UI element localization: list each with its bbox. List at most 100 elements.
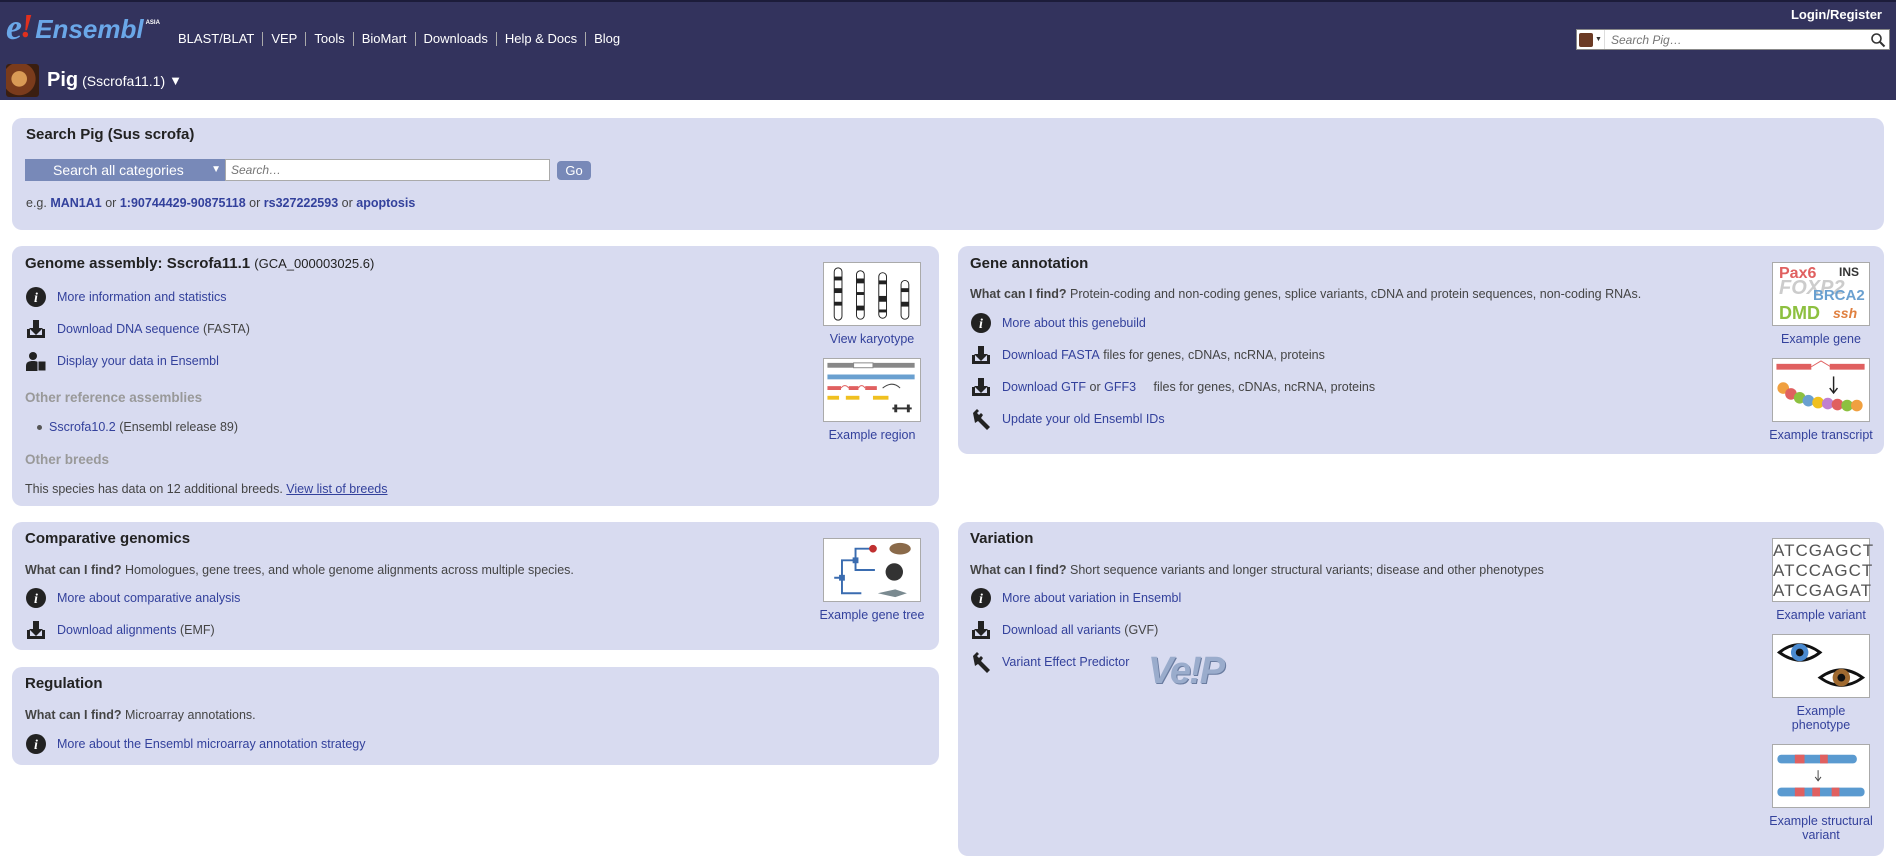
example-gene-link[interactable]: Example gene — [1781, 332, 1861, 346]
species-dropdown-icon[interactable]: ▼ — [169, 73, 182, 88]
search-title: Search Pig (Sus scrofa) — [26, 126, 195, 143]
transcript-thumb[interactable]: Example transcript — [1766, 358, 1876, 442]
gene-thumb[interactable]: Pax6 INS FOXP2 BRCA2 DMD ssh Example gen… — [1766, 262, 1876, 346]
more-info-stats-link[interactable]: More information and statistics — [57, 290, 227, 304]
microarray-strategy-link[interactable]: More about the Ensembl microarray annota… — [57, 737, 366, 751]
vep-link[interactable]: Variant Effect Predictor — [1002, 655, 1129, 669]
view-breeds-link[interactable]: View list of breeds — [286, 482, 387, 496]
svg-text:i: i — [34, 291, 38, 306]
nav-blog[interactable]: Blog — [585, 32, 628, 46]
info-icon: i — [25, 587, 47, 609]
variation-whatcan: What can I find? Short sequence variants… — [970, 563, 1544, 577]
download-gtf-link[interactable]: Download GTF — [1002, 380, 1086, 394]
regulation-whatcan: What can I find? Microarray annotations. — [25, 708, 256, 722]
download-icon — [970, 344, 992, 366]
download-alignments-link[interactable]: Download alignments — [57, 623, 177, 637]
genome-download-row: Download DNA sequence (FASTA) — [25, 318, 250, 340]
variant-thumb[interactable]: ATCGAGCT ATCCAGCT ATCGAGAT Example varia… — [1766, 538, 1876, 622]
genome-title: Genome assembly: Sscrofa11.1 (GCA_000003… — [25, 255, 375, 272]
search-examples: e.g. MAN1A1 or 1:90744429-90875118 or rs… — [26, 196, 416, 210]
genebuild-link[interactable]: More about this genebuild — [1002, 316, 1146, 330]
info-icon: i — [25, 286, 47, 308]
species-assembly: (Sscrofa11.1) — [82, 72, 166, 89]
masthead: e! Ensembl ASIA BLAST/BLAT VEP Tools BioMa… — [0, 0, 1896, 100]
go-button[interactable]: Go — [557, 161, 591, 180]
main-search-input[interactable] — [225, 159, 550, 181]
nav-help-docs[interactable]: Help & Docs — [495, 32, 585, 46]
gff3-link[interactable]: GFF3 — [1104, 380, 1136, 394]
search-icon[interactable] — [1870, 32, 1886, 48]
example-variant-link[interactable]: rs327222593 — [264, 196, 338, 210]
download-variants-link[interactable]: Download all variants — [1002, 623, 1121, 637]
example-phenotype-link[interactable]: Example phenotype — [1792, 704, 1850, 732]
species-bar[interactable]: Pig (Sscrofa11.1) ▼ — [6, 64, 182, 97]
regulation-more-row: i More about the Ensembl microarray anno… — [25, 733, 366, 755]
caret-down-icon: ▼ — [1595, 36, 1602, 43]
category-select[interactable]: Search all categories ▼ — [25, 159, 225, 181]
variation-download-row: Download all variants (GVF) — [970, 619, 1158, 641]
species-picker[interactable]: ▼ — [1577, 30, 1605, 49]
download-icon — [25, 619, 47, 641]
example-variant-link[interactable]: Example variant — [1776, 608, 1866, 622]
nav-downloads[interactable]: Downloads — [414, 32, 496, 46]
compara-whatcan: What can I find? Homologues, gene trees,… — [25, 563, 574, 577]
user-data-icon — [25, 350, 47, 372]
comparative-genomics-panel: Comparative genomics What can I find? Ho… — [12, 522, 939, 650]
regulation-title: Regulation — [25, 675, 103, 692]
structural-variant-thumb[interactable]: Example structural variant — [1766, 744, 1876, 842]
ensembl-logo[interactable]: e! Ensembl ASIA — [6, 9, 160, 45]
phenotype-thumb[interactable]: Example phenotype — [1766, 634, 1876, 732]
nav-vep[interactable]: VEP — [262, 32, 305, 46]
download-fasta-link[interactable]: Download FASTA — [1002, 348, 1100, 362]
update-ids-link[interactable]: Update your old Ensembl IDs — [1002, 412, 1165, 426]
site-search: ▼ — [1576, 29, 1890, 50]
karyotype-thumb[interactable]: View karyotype — [822, 262, 922, 346]
bullet — [37, 424, 42, 430]
nav-biomart[interactable]: BioMart — [352, 32, 415, 46]
view-karyotype-link[interactable]: View karyotype — [830, 332, 915, 346]
download-icon — [970, 619, 992, 641]
login-register-link[interactable]: Login/Register — [1791, 7, 1882, 22]
compara-more-row: i More about comparative analysis — [25, 587, 240, 609]
nav-blast[interactable]: BLAST/BLAT — [178, 32, 262, 46]
variation-more-row: i More about variation in Ensembl — [970, 587, 1181, 609]
region-thumb[interactable]: Example region — [822, 358, 922, 442]
example-location-link[interactable]: 1:90744429-90875118 — [120, 196, 246, 210]
variation-title: Variation — [970, 530, 1034, 547]
download-icon — [970, 376, 992, 398]
region-image — [823, 358, 921, 422]
example-gene-link[interactable]: MAN1A1 — [50, 196, 101, 210]
compara-title: Comparative genomics — [25, 530, 191, 547]
example-sv-link[interactable]: Example structural variant — [1769, 814, 1873, 842]
update-ids-row: Update your old Ensembl IDs — [970, 408, 1165, 430]
vep-row: Variant Effect Predictor — [970, 651, 1129, 673]
compara-download-row: Download alignments (EMF) — [25, 619, 215, 641]
gene-tree-image — [823, 538, 921, 602]
display-data-link[interactable]: Display your data in Ensembl — [57, 354, 219, 368]
compara-more-link[interactable]: More about comparative analysis — [57, 591, 240, 605]
wrench-icon — [970, 651, 992, 673]
karyotype-image — [823, 262, 921, 326]
svg-text:i: i — [34, 738, 38, 753]
nav-tools[interactable]: Tools — [305, 32, 352, 46]
vep-logo[interactable]: Ve!P — [1148, 650, 1225, 693]
download-dna-link[interactable]: Download DNA sequence — [57, 322, 199, 336]
gene-tree-thumb[interactable]: Example gene tree — [816, 538, 928, 622]
search-panel: Search Pig (Sus scrofa) Search all categ… — [12, 118, 1884, 230]
example-transcript-link[interactable]: Example transcript — [1769, 428, 1873, 442]
genome-info-row: i More information and statistics — [25, 286, 227, 308]
pig-species-icon — [6, 64, 39, 97]
example-phenotype-link[interactable]: apoptosis — [356, 196, 415, 210]
genome-assembly-panel: Genome assembly: Sscrofa11.1 (GCA_000003… — [12, 246, 939, 506]
example-gene-tree-link[interactable]: Example gene tree — [820, 608, 925, 622]
gene-whatcan: What can I find? Protein-coding and non-… — [970, 287, 1642, 301]
species-name: Pig — [47, 69, 79, 91]
site-search-input[interactable] — [1605, 32, 1855, 47]
variation-more-link[interactable]: More about variation in Ensembl — [1002, 591, 1181, 605]
genebuild-row: i More about this genebuild — [970, 312, 1146, 334]
sscrofa10-link[interactable]: Sscrofa10.2 — [49, 420, 116, 434]
example-region-link[interactable]: Example region — [829, 428, 916, 442]
svg-text:i: i — [979, 592, 983, 607]
gene-names-image: Pax6 INS FOXP2 BRCA2 DMD ssh — [1772, 262, 1870, 326]
gene-annotation-panel: Gene annotation What can I find? Protein… — [958, 246, 1884, 454]
